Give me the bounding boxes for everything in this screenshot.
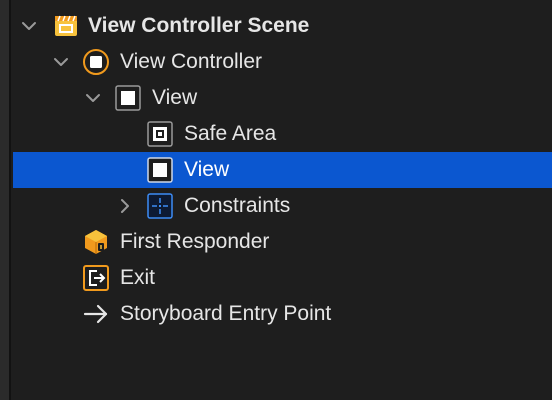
chevron-down-icon[interactable]	[51, 52, 71, 72]
chevron-down-icon[interactable]	[83, 88, 103, 108]
view-icon	[147, 157, 173, 183]
outline-row-label: First Responder	[120, 230, 270, 253]
outline-row-label: Safe Area	[184, 122, 277, 145]
constraints-icon	[147, 193, 173, 219]
outline-row-label: Storyboard Entry Point	[120, 302, 332, 325]
outline-row-label: View Controller	[120, 50, 263, 73]
outline-row-view[interactable]: View	[13, 80, 552, 116]
outline-row-first-responder[interactable]: First Responder	[13, 224, 552, 260]
outline-row-view-controller[interactable]: View Controller	[13, 44, 552, 80]
document-outline: View Controller Scene View Controller Vi…	[13, 8, 552, 332]
outline-row-constraints[interactable]: Constraints	[13, 188, 552, 224]
exit-icon	[83, 265, 109, 291]
outline-row-child-view[interactable]: View	[13, 152, 552, 188]
editor-left-edge	[0, 0, 9, 400]
safe-area-icon	[147, 121, 173, 147]
chevron-down-icon[interactable]	[19, 16, 39, 36]
outline-row-label: Exit	[120, 266, 156, 289]
outline-row-label: View Controller Scene	[88, 14, 310, 37]
outline-row-storyboard-entry-point[interactable]: Storyboard Entry Point	[13, 296, 552, 332]
panel-divider[interactable]	[9, 0, 11, 400]
chevron-right-icon[interactable]	[115, 196, 135, 216]
view-controller-icon	[83, 49, 109, 75]
view-icon	[115, 85, 141, 111]
outline-row-safe-area[interactable]: Safe Area	[13, 116, 552, 152]
outline-row-view-controller-scene[interactable]: View Controller Scene	[13, 8, 552, 44]
entry-point-arrow-icon	[83, 301, 109, 327]
outline-row-exit[interactable]: Exit	[13, 260, 552, 296]
storyboard-scene-icon	[53, 13, 79, 39]
outline-row-label: Constraints	[184, 194, 291, 217]
outline-row-label: View	[152, 86, 198, 109]
first-responder-icon	[83, 229, 109, 255]
outline-row-label: View	[184, 158, 230, 181]
